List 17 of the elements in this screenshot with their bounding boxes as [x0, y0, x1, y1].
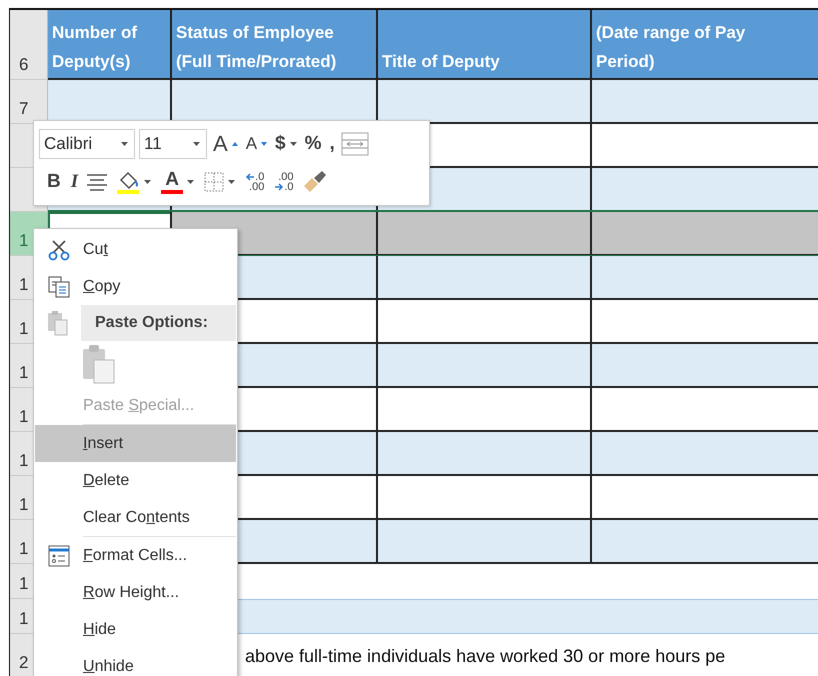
font-color-button[interactable]: A	[159, 170, 196, 194]
format-button[interactable]: %	[302, 133, 324, 155]
section-header: Paste Options:	[81, 305, 236, 341]
format-button[interactable]: B	[45, 171, 63, 193]
grow-font-button[interactable]: A	[211, 131, 240, 157]
font-size-field[interactable]: 11	[139, 129, 207, 159]
row-number: 6	[10, 10, 48, 80]
shrink-font-button[interactable]: A	[244, 134, 270, 154]
format-button[interactable]: $	[273, 133, 299, 155]
decrease-decimal-button[interactable]: .00 .0	[272, 172, 296, 192]
menu-item[interactable]: Insert	[35, 425, 236, 462]
format-button[interactable]: I	[68, 171, 80, 193]
format-button[interactable]: ,	[328, 133, 337, 155]
increase-decimal-button[interactable]: .0 .00	[243, 172, 266, 192]
cell-text: above full-time individuals have worked 30 or more hours pe	[245, 646, 726, 666]
row-number: 7	[10, 80, 48, 124]
font-name-field[interactable]: Calibri	[39, 129, 135, 159]
